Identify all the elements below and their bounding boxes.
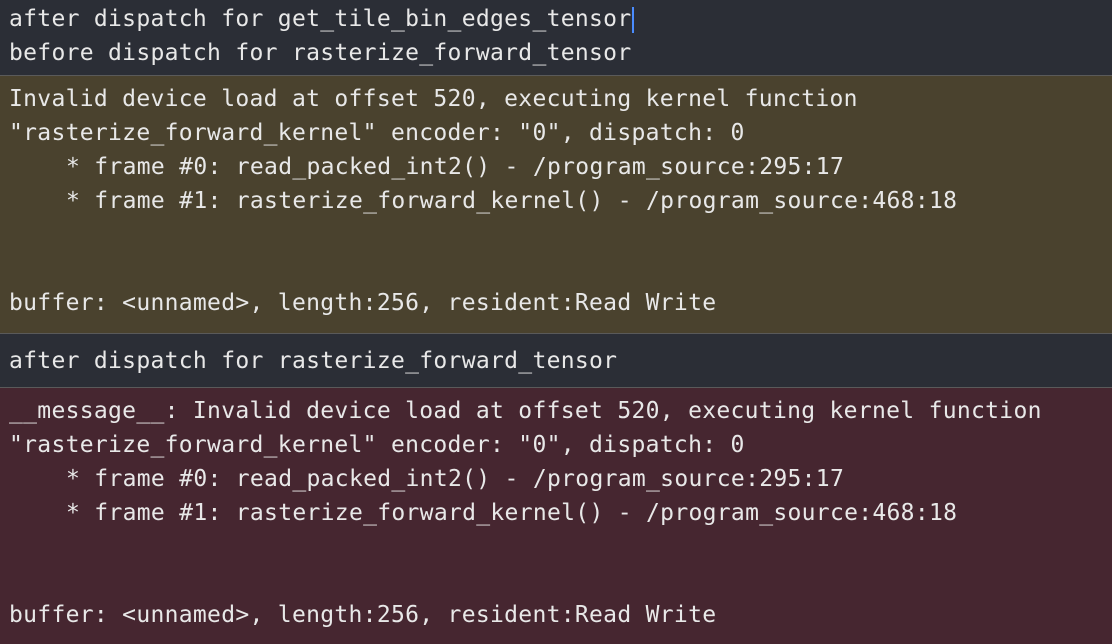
console-line: after dispatch for rasterize_forward_ten… [9, 348, 618, 374]
debug-console-output[interactable]: after dispatch for get_tile_bin_edges_te… [0, 0, 1112, 644]
blank-space [0, 218, 1112, 286]
console-line: "rasterize_forward_kernel" encoder: "0",… [9, 120, 745, 146]
stack-frame-line: * frame #0: read_packed_int2() - /progra… [66, 154, 845, 180]
console-line: __message__: Invalid device load at offs… [9, 398, 1042, 424]
stack-frame-line: * frame #0: read_packed_int2() - /progra… [66, 466, 845, 492]
console-line: "rasterize_forward_kernel" encoder: "0",… [9, 432, 745, 458]
text-cursor [632, 6, 635, 33]
console-message-block-info: after dispatch for get_tile_bin_edges_te… [0, 0, 1112, 76]
console-line: before dispatch for rasterize_forward_te… [9, 40, 632, 66]
console-message-block-error: __message__: Invalid device load at offs… [0, 388, 1112, 644]
stack-frame-line: * frame #1: rasterize_forward_kernel() -… [66, 500, 958, 526]
blank-space [0, 530, 1112, 598]
console-line: Invalid device load at offset 520, execu… [9, 86, 858, 112]
console-line: buffer: <unnamed>, length:256, resident:… [9, 290, 717, 316]
stack-frame-line: * frame #1: rasterize_forward_kernel() -… [66, 188, 958, 214]
console-line: buffer: <unnamed>, length:256, resident:… [9, 602, 717, 628]
console-line-text: after dispatch for get_tile_bin_edges_te… [9, 6, 632, 32]
console-line: after dispatch for get_tile_bin_edges_te… [0, 2, 1112, 36]
console-message-block-warning: Invalid device load at offset 520, execu… [0, 76, 1112, 334]
console-message-block-info: after dispatch for rasterize_forward_ten… [0, 334, 1112, 388]
